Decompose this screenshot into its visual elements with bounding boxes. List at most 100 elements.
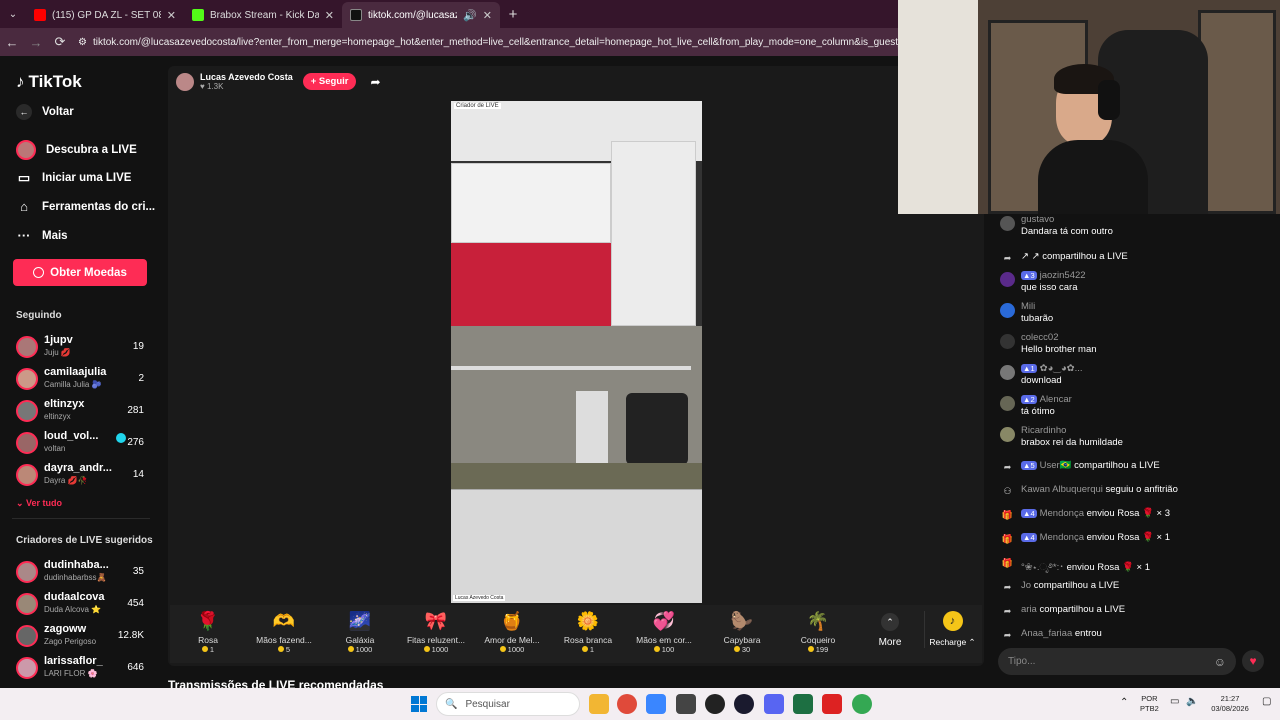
gift-item[interactable]: 🌹 Rosa 1	[170, 611, 246, 654]
avatar[interactable]	[176, 72, 194, 91]
discord-icon[interactable]	[764, 694, 784, 714]
nav-discover-live[interactable]: Descubra a LIVE	[16, 140, 137, 160]
chat-text: enviou Rosa 🌹 × 1	[1086, 532, 1171, 543]
nav-more[interactable]: ··· Mais	[16, 228, 68, 243]
following-account[interactable]: loud_vol... voltan 276	[16, 429, 146, 457]
see-all-link[interactable]: ⌄ Ver tudo	[16, 498, 62, 509]
nav-back[interactable]: ← Voltar	[16, 104, 74, 120]
chat-username[interactable]: ▲3 jaozin5422	[1021, 270, 1086, 281]
browser-tab[interactable]: Brabox Stream - Kick Dashboard ✕	[184, 2, 342, 28]
gift-item[interactable]: 🌼 Rosa branca 1	[550, 611, 626, 654]
chat-event-text: Jo compartilhou a LIVE	[1021, 580, 1119, 591]
gift-item[interactable]: 🌴 Coqueiro 199	[780, 611, 856, 654]
chat-username[interactable]: aria	[1021, 604, 1037, 615]
nav-creator-tools[interactable]: ⌂ Ferramentas do cri...	[16, 199, 155, 214]
chrome-icon[interactable]	[617, 694, 637, 714]
chat-username[interactable]: °❀⋆.ೃ࿔*:･	[1021, 562, 1064, 573]
get-coins-button[interactable]: Obter Moedas	[13, 259, 147, 286]
chat-username[interactable]: Jo	[1021, 580, 1031, 591]
live-video[interactable]: Criador de LIVE Lucas Azevedo Costa	[451, 101, 702, 603]
close-icon[interactable]: ✕	[325, 9, 334, 22]
chat-input[interactable]: Tipo... ☺	[998, 648, 1236, 675]
chat-username[interactable]: colecc02	[1021, 332, 1059, 343]
notification-icon[interactable]: ▢	[1262, 697, 1271, 707]
viewer-count: 276	[127, 437, 144, 448]
chat-username[interactable]: Kawan Albuquerqui	[1021, 484, 1103, 495]
chat-username[interactable]: Mendonça	[1040, 508, 1084, 519]
recharge-button[interactable]: ♪ Recharge ⌃	[924, 611, 980, 648]
suggested-account[interactable]: dudinhaba... dudinhabarbss🧸 35	[16, 558, 146, 586]
chat-username[interactable]: ▲2 Alencar	[1021, 394, 1072, 405]
following-account[interactable]: dayra_andr... Dayra 💋🥀 14	[16, 461, 146, 489]
chat-username[interactable]: User🇧🇷	[1040, 460, 1072, 471]
host-name[interactable]: Lucas Azevedo Costa	[200, 72, 293, 82]
close-icon[interactable]: ✕	[483, 9, 492, 22]
url-field[interactable]: ⚙ tiktok.com/@lucasazevedocosta/live?ent…	[78, 37, 900, 48]
gift-item[interactable]: 🍯 Amor de Mel... 1000	[474, 611, 550, 654]
more-dots-icon: ···	[17, 228, 31, 243]
app-icon[interactable]	[646, 694, 666, 714]
chrome-icon[interactable]	[852, 694, 872, 714]
volume-icon[interactable]: 🔈	[1186, 697, 1198, 707]
gift-item[interactable]: 🌌 Galáxia 1000	[322, 611, 398, 654]
app-icon[interactable]	[676, 694, 696, 714]
chat-username[interactable]: Ricardinho	[1021, 425, 1066, 436]
network-icon[interactable]: ▭	[1170, 697, 1179, 707]
share-icon[interactable]: ➦	[370, 75, 380, 89]
search-placeholder: Pesquisar	[465, 698, 510, 710]
level-number: 1	[1030, 364, 1035, 373]
close-icon[interactable]: ✕	[167, 9, 176, 22]
windows-start-icon[interactable]	[411, 696, 427, 712]
clock[interactable]: 21:27 03/08/2026	[1206, 694, 1254, 714]
following-account[interactable]: camilaajulia Camilla Julia 🫐 2	[16, 365, 146, 393]
chat-username[interactable]: ▲1 ✿◕‿◕✿...	[1021, 363, 1083, 374]
browser-tab[interactable]: (115) GP DA ZL - SET 0800 "NO ✕	[26, 2, 184, 28]
excel-icon[interactable]	[793, 694, 813, 714]
app-icon[interactable]	[822, 694, 842, 714]
gift-item[interactable]: 🦫 Capybara 30	[704, 611, 780, 654]
chat-username[interactable]: Mendonça	[1040, 532, 1084, 543]
time-text: 21:27	[1220, 694, 1240, 703]
forward-arrow-icon[interactable]: →	[24, 35, 48, 50]
gift-item[interactable]: 🎀 Fitas reluzent... 1000	[398, 611, 474, 654]
speaker-icon[interactable]: 🔊	[463, 9, 477, 22]
suggested-account[interactable]: zagoww Zago Perigoso 12.8K	[16, 622, 146, 650]
new-tab-button[interactable]: +	[500, 6, 526, 23]
back-arrow-icon[interactable]: ←	[0, 35, 24, 50]
galaxy-icon: 🌌	[348, 611, 372, 631]
chat-username[interactable]: gustavo	[1021, 214, 1054, 225]
browser-tab-active[interactable]: tiktok.com/@lucasazevedo 🔊 ✕	[342, 2, 500, 28]
obs-icon[interactable]	[705, 694, 725, 714]
lang-text: POR	[1141, 694, 1158, 703]
taskbar-search[interactable]: 🔍 Pesquisar	[436, 692, 580, 716]
viewer-count: 12.8K	[117, 630, 144, 641]
like-heart-button[interactable]: ♥	[1242, 650, 1264, 672]
tiktok-logo[interactable]: ♪ TikTok	[16, 72, 82, 92]
gift-price: 100	[626, 645, 702, 654]
follow-button[interactable]: + Seguir	[302, 73, 357, 90]
nav-label: Descubra a LIVE	[46, 144, 137, 156]
video-footer: Lucas Azevedo Costa	[453, 595, 506, 601]
chat-text: compartilhou a LIVE	[1039, 604, 1126, 615]
viewer-count: 35	[132, 566, 144, 577]
suggested-account[interactable]: larissaflor_ LARI FLOR 🌸 646	[16, 654, 146, 682]
share-icon: ➦	[1003, 630, 1012, 640]
gift-item[interactable]: 💞 Mãos em cor... 100	[626, 611, 702, 654]
host-likes: ♥ 1.3K	[200, 82, 224, 91]
app-icon[interactable]	[734, 694, 754, 714]
chat-username[interactable]: Anaa_fariaa	[1021, 628, 1072, 639]
emoji-icon[interactable]: ☺	[1214, 655, 1226, 669]
nav-start-live[interactable]: ▭ Iniciar uma LIVE	[16, 170, 132, 186]
site-settings-icon[interactable]: ⚙	[78, 37, 87, 48]
file-explorer-icon[interactable]	[589, 694, 609, 714]
following-account[interactable]: eltinzyx eltinzyx 281	[16, 397, 146, 425]
gift-item[interactable]: 🫶 Mãos fazend... 5	[246, 611, 322, 654]
suggested-account[interactable]: dudaalcova Duda Alcova ⭐ 454	[16, 590, 146, 618]
following-account[interactable]: 1jupv Juju 💋 19	[16, 333, 146, 361]
chat-username[interactable]: Mili	[1021, 301, 1035, 312]
tab-search-chevron-icon[interactable]: ⌄	[0, 0, 26, 28]
reload-icon[interactable]: ⟳	[48, 34, 72, 50]
chevron-up-icon[interactable]: ⌃	[1120, 698, 1128, 708]
more-gifts-button[interactable]: ⌃ More	[870, 613, 910, 648]
language-indicator[interactable]: POR PTB2	[1140, 694, 1159, 714]
